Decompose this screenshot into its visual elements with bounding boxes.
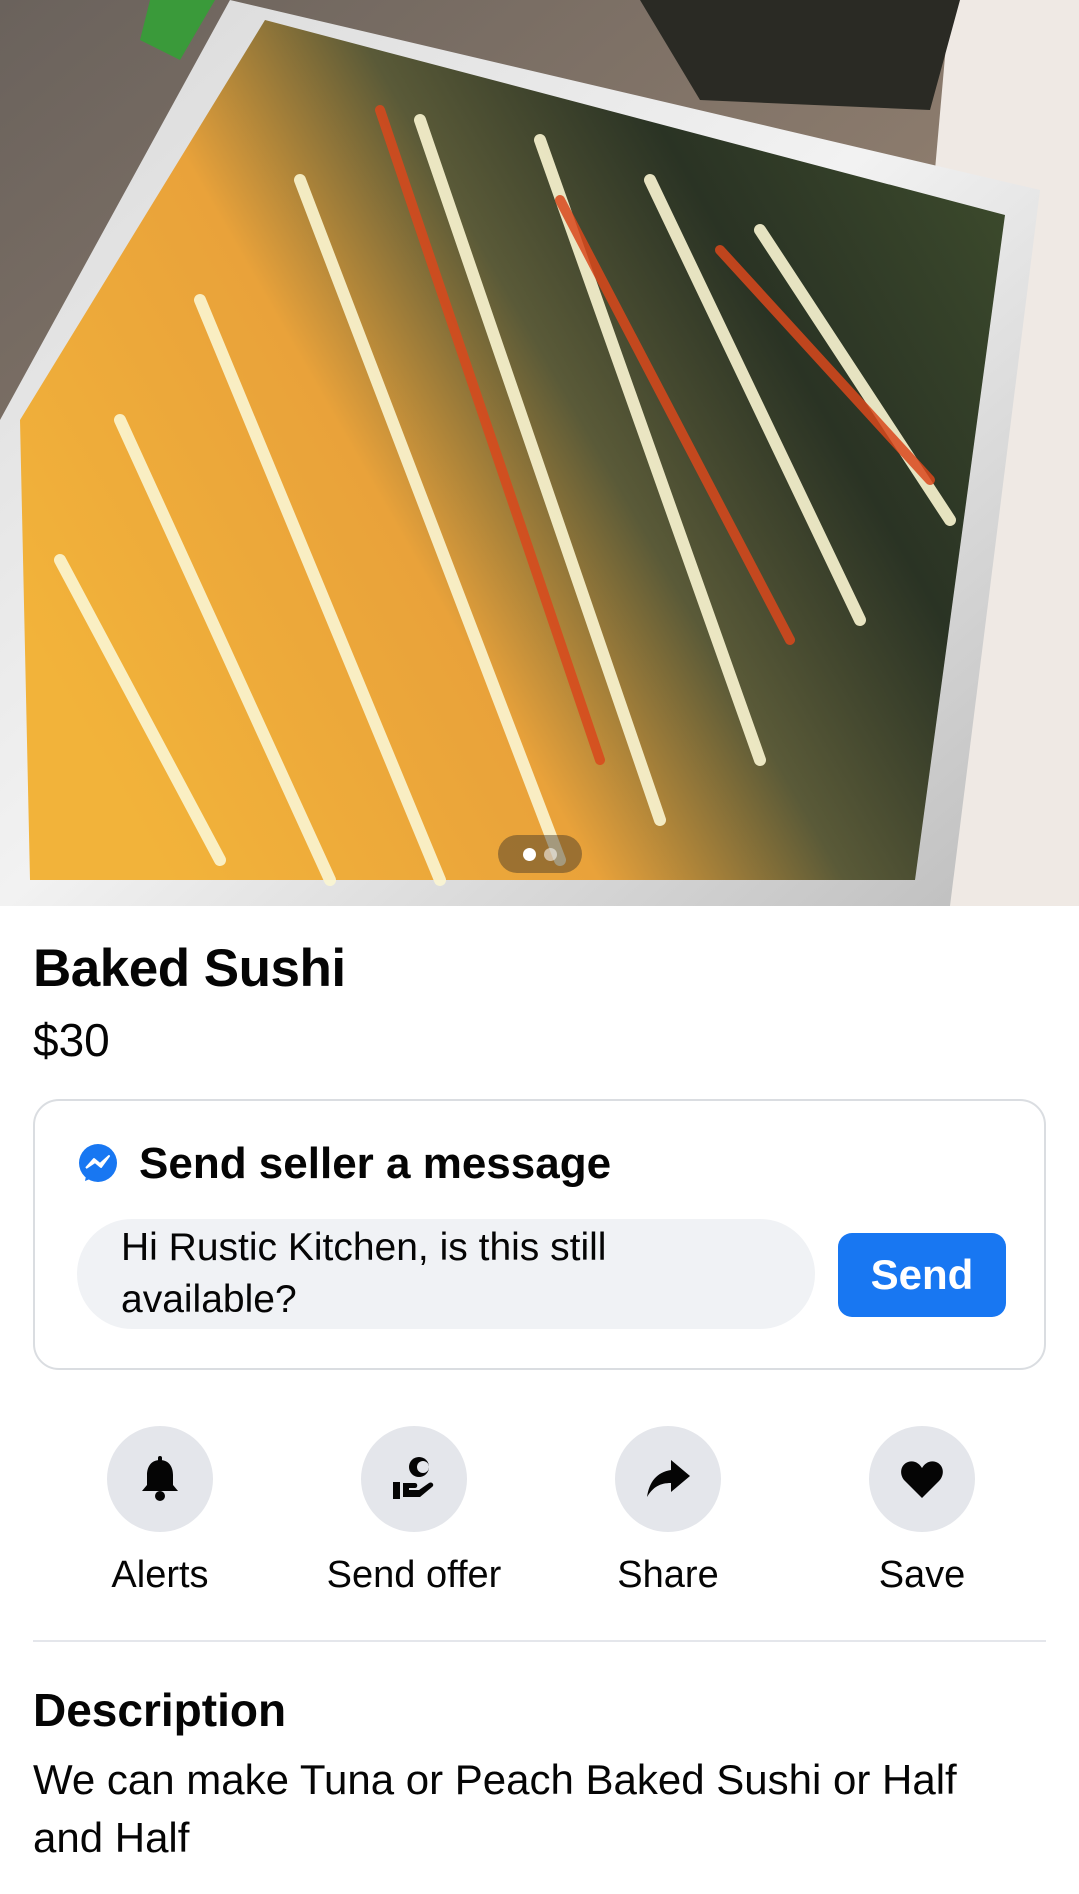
offer-hand-icon bbox=[393, 1457, 434, 1499]
save-icon-circle[interactable] bbox=[869, 1426, 975, 1532]
bell-icon bbox=[142, 1456, 178, 1501]
share-button[interactable]: Share bbox=[558, 1426, 778, 1597]
share-label: Share bbox=[617, 1554, 719, 1596]
listing-photo[interactable] bbox=[0, 0, 1079, 906]
save-button[interactable]: Save bbox=[812, 1426, 1032, 1597]
alerts-button[interactable]: Alerts bbox=[50, 1426, 270, 1597]
send-offer-button[interactable]: Send offer bbox=[304, 1426, 524, 1597]
action-bar: Alerts Send offer Share Save bbox=[0, 1426, 1079, 1606]
section-divider bbox=[33, 1640, 1046, 1642]
send-button[interactable]: Send bbox=[838, 1233, 1006, 1317]
photo-pager[interactable] bbox=[498, 835, 582, 873]
message-input[interactable]: Hi Rustic Kitchen, is this still availab… bbox=[77, 1219, 815, 1329]
messenger-icon bbox=[79, 1144, 117, 1182]
message-header: Send seller a message bbox=[77, 1139, 611, 1189]
description-body: We can make Tuna or Peach Baked Sushi or… bbox=[33, 1756, 957, 1861]
description-heading: Description bbox=[33, 1684, 287, 1736]
send-offer-label: Send offer bbox=[326, 1554, 502, 1596]
message-header-text: Send seller a message bbox=[139, 1139, 612, 1188]
message-seller-card: Send seller a message Hi Rustic Kitchen,… bbox=[33, 1099, 1046, 1370]
listing-title: Baked Sushi bbox=[33, 939, 346, 998]
alerts-label: Alerts bbox=[111, 1554, 209, 1596]
heart-icon bbox=[901, 1461, 943, 1498]
food-photo-image bbox=[0, 0, 1079, 906]
share-arrow-icon bbox=[647, 1460, 690, 1497]
send-offer-icon-circle[interactable] bbox=[361, 1426, 467, 1532]
pager-dot-active bbox=[523, 847, 536, 861]
listing-price: $30 bbox=[33, 1014, 110, 1066]
pager-dot bbox=[544, 847, 557, 861]
alerts-icon-circle[interactable] bbox=[107, 1426, 213, 1532]
save-label: Save bbox=[878, 1554, 966, 1596]
share-icon-circle[interactable] bbox=[615, 1426, 721, 1532]
